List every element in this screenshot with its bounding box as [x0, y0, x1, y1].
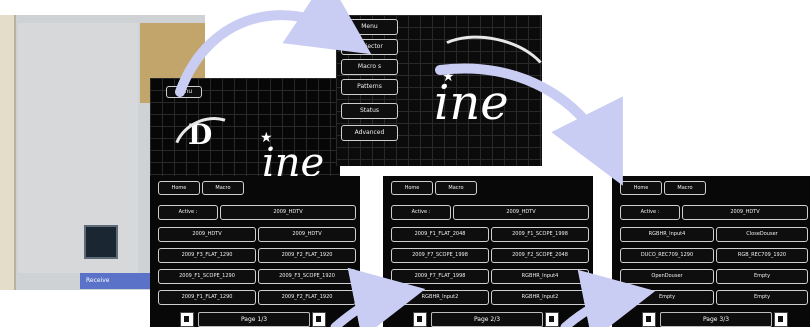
arrow-page-2-to-page-3	[560, 269, 656, 327]
arrow-main-to-page-3	[435, 63, 623, 186]
arrow-page-1-to-page-2	[330, 267, 426, 327]
flow-arrows	[175, 0, 656, 327]
arrow-small-to-main	[175, 0, 372, 97]
